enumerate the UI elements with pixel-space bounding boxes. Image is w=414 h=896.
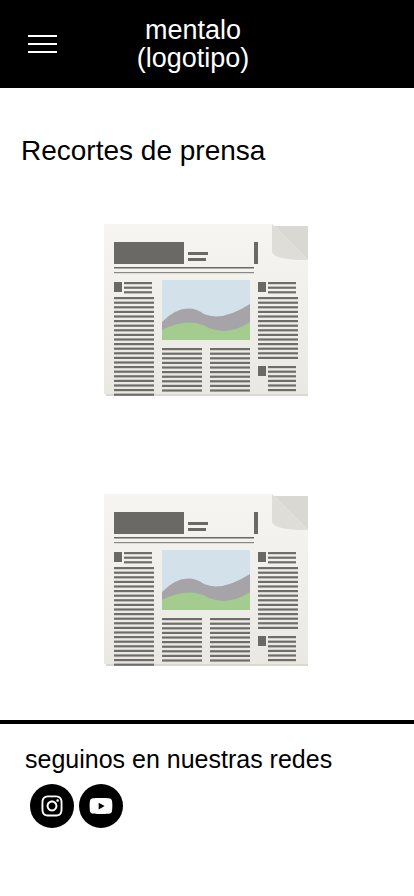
menu-line xyxy=(28,35,57,37)
youtube-icon xyxy=(89,794,113,818)
menu-line xyxy=(28,43,57,45)
newspaper-icon xyxy=(104,492,310,668)
logo-line: (logotipo) xyxy=(137,44,250,72)
youtube-link[interactable] xyxy=(79,784,123,828)
newspaper-icon xyxy=(104,222,310,398)
instagram-icon xyxy=(40,794,64,818)
social-links xyxy=(25,784,389,828)
menu-button[interactable] xyxy=(28,35,57,53)
footer-title: seguinos en nuestras redes xyxy=(25,744,389,774)
footer: seguinos en nuestras redes xyxy=(0,724,414,868)
press-clipping[interactable] xyxy=(104,492,310,668)
content: Recortes de prensa xyxy=(0,88,414,668)
divider xyxy=(0,720,414,724)
clippings-list xyxy=(0,222,414,668)
page: mentalo(logotipo) Recortes de prensa segui… xyxy=(0,0,414,896)
logo-line: mentalo xyxy=(145,16,241,44)
press-clipping[interactable] xyxy=(104,222,310,398)
instagram-link[interactable] xyxy=(30,784,74,828)
menu-line xyxy=(28,51,57,53)
section-title: Recortes de prensa xyxy=(0,134,414,168)
logo[interactable]: mentalo(logotipo) xyxy=(57,16,386,72)
top-bar: mentalo(logotipo) xyxy=(0,0,414,88)
